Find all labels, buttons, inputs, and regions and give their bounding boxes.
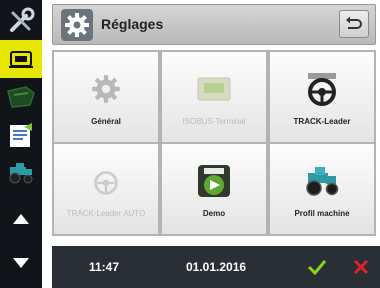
status-bar: 11:47 01.01.2016 — [52, 246, 380, 288]
tile-isobus-terminal[interactable]: ISOBUS-Terminal — [162, 52, 266, 142]
terminal-icon — [9, 51, 33, 68]
page-title: Réglages — [101, 16, 164, 32]
tile-general[interactable]: Général — [54, 52, 158, 142]
demo-icon — [194, 161, 234, 201]
gear-icon — [86, 69, 126, 109]
settings-grid: Général ISOBUS-Terminal TRACK-Leader TRA… — [52, 50, 376, 236]
tile-demo[interactable]: Demo — [162, 144, 266, 234]
sidebar-item-tractor[interactable] — [0, 154, 42, 192]
tools-icon — [10, 7, 35, 32]
sidebar — [0, 0, 42, 288]
tile-label: ISOBUS-Terminal — [182, 116, 246, 126]
tile-label: Profil machine — [294, 208, 350, 218]
back-button[interactable] — [339, 10, 369, 38]
tractor-icon — [9, 163, 33, 184]
map-icon — [7, 86, 35, 108]
close-icon — [353, 259, 369, 275]
tile-label: TRACK-Leader — [293, 116, 351, 126]
scroll-up-button[interactable] — [0, 200, 42, 238]
confirm-button[interactable] — [298, 246, 336, 288]
steering-wheel-icon — [302, 69, 342, 109]
arrow-up-icon — [13, 214, 29, 224]
tile-track-leader-auto[interactable]: TRACK-Leader AUTO — [54, 144, 158, 234]
tile-label: TRACK-Leader AUTO — [66, 208, 146, 218]
sidebar-item-terminal[interactable] — [0, 40, 42, 78]
checkmark-icon — [307, 260, 327, 275]
scroll-down-button[interactable] — [0, 244, 42, 282]
gear-icon — [61, 9, 93, 41]
steering-auto-icon — [86, 161, 126, 201]
tile-track-leader[interactable]: TRACK-Leader — [270, 52, 374, 142]
document-icon — [10, 123, 32, 147]
sidebar-item-document[interactable] — [0, 116, 42, 154]
header-bar: Réglages — [52, 4, 376, 45]
sidebar-item-map[interactable] — [0, 78, 42, 116]
sidebar-item-tools[interactable] — [0, 2, 42, 40]
clock-time: 11:47 — [89, 260, 120, 274]
terminal-screen-icon — [194, 69, 234, 109]
cancel-button[interactable] — [342, 246, 380, 288]
tractor-icon — [302, 161, 342, 201]
tile-label: Général — [91, 116, 121, 126]
clock-date: 01.01.2016 — [186, 260, 247, 274]
back-arrow-icon — [346, 16, 362, 29]
arrow-down-icon — [13, 258, 29, 268]
tile-label: Demo — [202, 208, 226, 218]
tile-profil-machine[interactable]: Profil machine — [270, 144, 374, 234]
